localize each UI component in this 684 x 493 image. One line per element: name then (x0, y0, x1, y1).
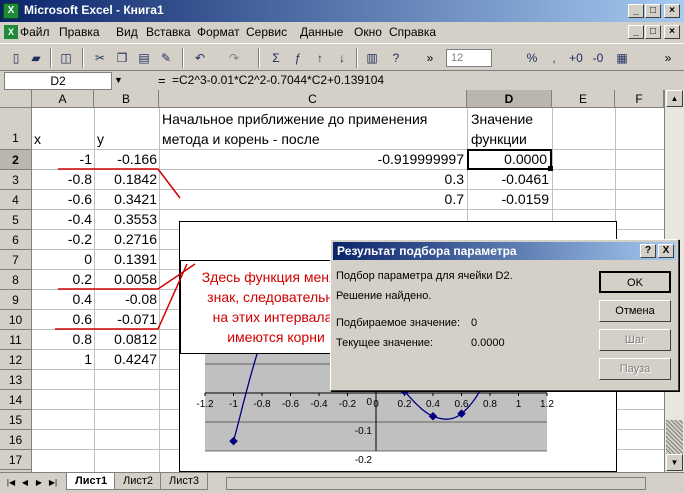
scroll-track-hatch (666, 420, 683, 454)
redo-icon[interactable]: ↷ (224, 48, 244, 68)
help-icon[interactable]: ? (386, 48, 406, 68)
comma-style-icon[interactable]: , (544, 48, 564, 68)
menu-help[interactable]: Справка (389, 25, 436, 39)
dialog-message-2: Решение найдено. (336, 290, 432, 302)
menu-view[interactable]: Вид (116, 25, 138, 39)
decrease-decimal-icon[interactable]: -0 (588, 48, 608, 68)
chart-wizard-icon[interactable]: ▥ (362, 48, 382, 68)
font-size-select[interactable]: 12 (446, 49, 492, 67)
maximize-icon[interactable]: □ (645, 4, 661, 18)
target-value-label: Подбираемое значение: (336, 317, 461, 329)
formula-bar: D2 ▼ = =C2^3-0.01*C2^2-0.7044*C2+0.13910… (0, 72, 684, 90)
title-bar: X Microsoft Excel - Книга1 _ □ × (0, 0, 684, 22)
scroll-down-icon[interactable]: ▼ (666, 454, 683, 471)
name-box[interactable]: D2 (4, 72, 112, 90)
minimize-icon[interactable]: _ (628, 4, 644, 18)
ok-button[interactable]: OK (599, 271, 671, 293)
standard-toolbar: ▯ ▰ ◫ ✂ ❐ ▤ ✎ ↶ ↷ Σ ƒ ↑ ↓ ▥ ? » 12 % , +… (0, 43, 684, 71)
dialog-help-icon[interactable]: ? (640, 244, 656, 258)
pointer-line-row2 (58, 168, 181, 199)
horizontal-scrollbar[interactable] (226, 477, 646, 490)
sheet-tab-3[interactable]: Лист3 (160, 473, 209, 490)
menu-bar: X Файл Правка Вид Вставка Формат Сервис … (0, 22, 684, 42)
current-value: 0.0000 (471, 337, 505, 349)
sort-ascending-icon[interactable]: ↑ (310, 48, 330, 68)
doc-restore-icon[interactable]: □ (645, 25, 661, 39)
window-title: Microsoft Excel - Книга1 (24, 3, 164, 17)
sheet-tab-1[interactable]: Лист1 (66, 473, 117, 490)
increase-decimal-icon[interactable]: +0 (566, 48, 586, 68)
menu-window[interactable]: Окно (354, 25, 382, 39)
last-sheet-icon[interactable]: ▶| (46, 476, 60, 490)
format-painter-icon[interactable]: ✎ (156, 48, 176, 68)
undo-icon[interactable]: ↶ (190, 48, 210, 68)
borders-icon[interactable]: ▦ (612, 48, 632, 68)
paste-icon[interactable]: ▤ (134, 48, 154, 68)
new-icon[interactable]: ▯ (6, 48, 26, 68)
cancel-button[interactable]: Отмена (599, 300, 671, 322)
dialog-title-text: Результат подбора параметра (337, 244, 517, 258)
print-preview-icon[interactable]: ◫ (56, 48, 76, 68)
menu-format[interactable]: Формат (197, 25, 240, 39)
pause-button[interactable]: Пауза (599, 358, 671, 380)
copy-icon[interactable]: ❐ (112, 48, 132, 68)
doc-close-icon[interactable]: × (664, 25, 680, 39)
sheet-tab-bar: |◀ ◀ ▶ ▶| Лист1 Лист2 Лист3 (0, 472, 684, 493)
excel-app-icon[interactable]: X (3, 3, 19, 19)
goal-seek-dialog: Результат подбора параметра ? X Подбор п… (330, 239, 679, 391)
menu-edit[interactable]: Правка (59, 25, 100, 39)
target-value: 0 (471, 317, 478, 329)
pointer-line-row10 (55, 263, 188, 330)
toolbar-separator (50, 48, 52, 68)
dialog-message-1: Подбор параметра для ячейки D2. (336, 270, 513, 282)
current-value-label: Текущее значение: (336, 337, 434, 349)
workbook-icon[interactable]: X (4, 25, 18, 39)
function-icon[interactable]: ƒ (288, 48, 308, 68)
menu-insert[interactable]: Вставка (146, 25, 191, 39)
menu-tools[interactable]: Сервис (246, 25, 287, 39)
formula-equals-sign: = (158, 73, 166, 88)
doc-minimize-icon[interactable]: _ (628, 25, 644, 39)
first-sheet-icon[interactable]: |◀ (4, 476, 18, 490)
toolbar-separator (258, 48, 260, 68)
toolbar-separator (182, 48, 184, 68)
name-box-dropdown-icon[interactable]: ▼ (114, 75, 123, 85)
step-button[interactable]: Шаг (599, 329, 671, 351)
toolbar-more-icon-2[interactable]: » (658, 48, 678, 68)
toolbar-separator (356, 48, 358, 68)
next-sheet-icon[interactable]: ▶ (32, 476, 46, 490)
cut-icon[interactable]: ✂ (90, 48, 110, 68)
sort-descending-icon[interactable]: ↓ (332, 48, 352, 68)
close-icon[interactable]: × (664, 4, 680, 18)
percent-style-icon[interactable]: % (522, 48, 542, 68)
pointer-line-row8 (58, 263, 196, 290)
dialog-close-icon[interactable]: X (658, 244, 674, 258)
toolbar-separator (82, 48, 84, 68)
autosum-icon[interactable]: Σ (266, 48, 286, 68)
dialog-title: Результат подбора параметра (333, 242, 676, 260)
prev-sheet-icon[interactable]: ◀ (18, 476, 32, 490)
menu-file[interactable]: Файл (20, 25, 50, 39)
formula-input[interactable]: =C2^3-0.01*C2^2-0.7044*C2+0.139104 (172, 73, 384, 87)
scroll-up-icon[interactable]: ▲ (666, 90, 683, 107)
open-icon[interactable]: ▰ (26, 48, 46, 68)
menu-data[interactable]: Данные (300, 25, 343, 39)
toolbar-more-icon[interactable]: » (420, 48, 440, 68)
sheet-tab-2[interactable]: Лист2 (114, 473, 163, 490)
